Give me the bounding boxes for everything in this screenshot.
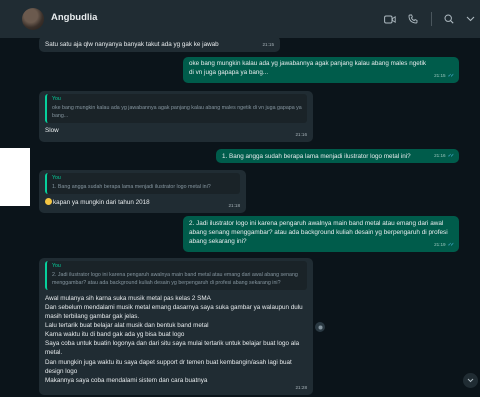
double-check-icon: ✓✓: [447, 241, 455, 248]
quote-text: 1. Bang angga sudah berapa lama menjadi …: [52, 183, 211, 190]
header-divider: [431, 12, 432, 26]
emoji-icon: [45, 197, 52, 205]
quote-author: You: [52, 263, 61, 269]
double-check-icon: ✓✓: [447, 72, 455, 79]
quote-text: oke bang mungkin kalau ada yg jawabannya…: [52, 104, 302, 119]
overlay-mark: [0, 148, 30, 206]
search-icon[interactable]: [442, 12, 456, 26]
scroll-down-icon[interactable]: [463, 373, 478, 388]
contact-avatar[interactable]: [22, 8, 44, 30]
quoted-message[interactable]: You oke bang mungkin kalau ada yg jawaba…: [45, 94, 307, 123]
message-outgoing[interactable]: oke bang mungkin kalau ada yg jawabannya…: [183, 57, 459, 83]
double-check-icon: ✓✓: [447, 152, 455, 159]
chevron-down-icon[interactable]: [463, 12, 477, 26]
whatsapp-window: Angbudlia Satu satu aja qlw nanyanya ban…: [0, 0, 480, 397]
message-time: 21:16: [295, 132, 308, 138]
message-text: 2. Jadi ilustrator logo ini karena penga…: [189, 220, 448, 246]
quote-author: You: [52, 175, 61, 181]
quote-text: 2. Jadi ilustrator logo ini karena penga…: [52, 271, 298, 286]
reaction-icon[interactable]: [315, 322, 325, 332]
contact-name[interactable]: Angbudlia: [51, 12, 97, 23]
message-text: 1. Bang angga sudah berapa lama menjadi …: [222, 153, 411, 160]
quote-author: You: [52, 96, 61, 102]
message-body: kapan ya mungkin dari tahun 2018: [53, 198, 150, 206]
message-outgoing[interactable]: 1. Bang angga sudah berapa lama menjadi …: [216, 149, 459, 163]
message-text: kapan ya mungkin dari tahun 2018: [45, 197, 240, 208]
voice-call-icon[interactable]: [406, 12, 420, 26]
message-incoming[interactable]: You oke bang mungkin kalau ada yg jawaba…: [39, 91, 313, 142]
message-time: 21:28: [295, 385, 308, 391]
message-incoming[interactable]: You 2. Jadi ilustrator logo ini karena p…: [39, 258, 313, 395]
chat-messages[interactable]: Satu satu aja qlw nanyanya banyak takut …: [0, 36, 480, 397]
message-incoming[interactable]: Satu satu aja qlw nanyanya banyak takut …: [39, 36, 280, 52]
chat-header: Angbudlia: [0, 0, 480, 38]
quoted-message[interactable]: You 1. Bang angga sudah berapa lama menj…: [45, 173, 240, 194]
message-text: Awal mulanya sih karna suka musik metal …: [45, 294, 303, 384]
message-time: 21:16 ✓✓: [434, 152, 455, 159]
message-time: 21:18: [228, 203, 241, 209]
message-text: Slow: [45, 126, 59, 134]
message-time: 21:19 ✓✓: [434, 241, 455, 248]
message-outgoing[interactable]: 2. Jadi ilustrator logo ini karena penga…: [183, 216, 459, 252]
quoted-message[interactable]: You 2. Jadi ilustrator logo ini karena p…: [45, 261, 307, 290]
message-text: oke bang mungkin kalau ada yg jawabannya…: [189, 60, 427, 76]
video-call-icon[interactable]: [383, 12, 397, 26]
message-text: Satu satu aja qlw nanyanya banyak takut …: [45, 41, 219, 48]
message-incoming[interactable]: You 1. Bang angga sudah berapa lama menj…: [39, 170, 246, 213]
message-time: 21:15: [262, 42, 275, 48]
message-time: 21:15 ✓✓: [434, 72, 455, 79]
